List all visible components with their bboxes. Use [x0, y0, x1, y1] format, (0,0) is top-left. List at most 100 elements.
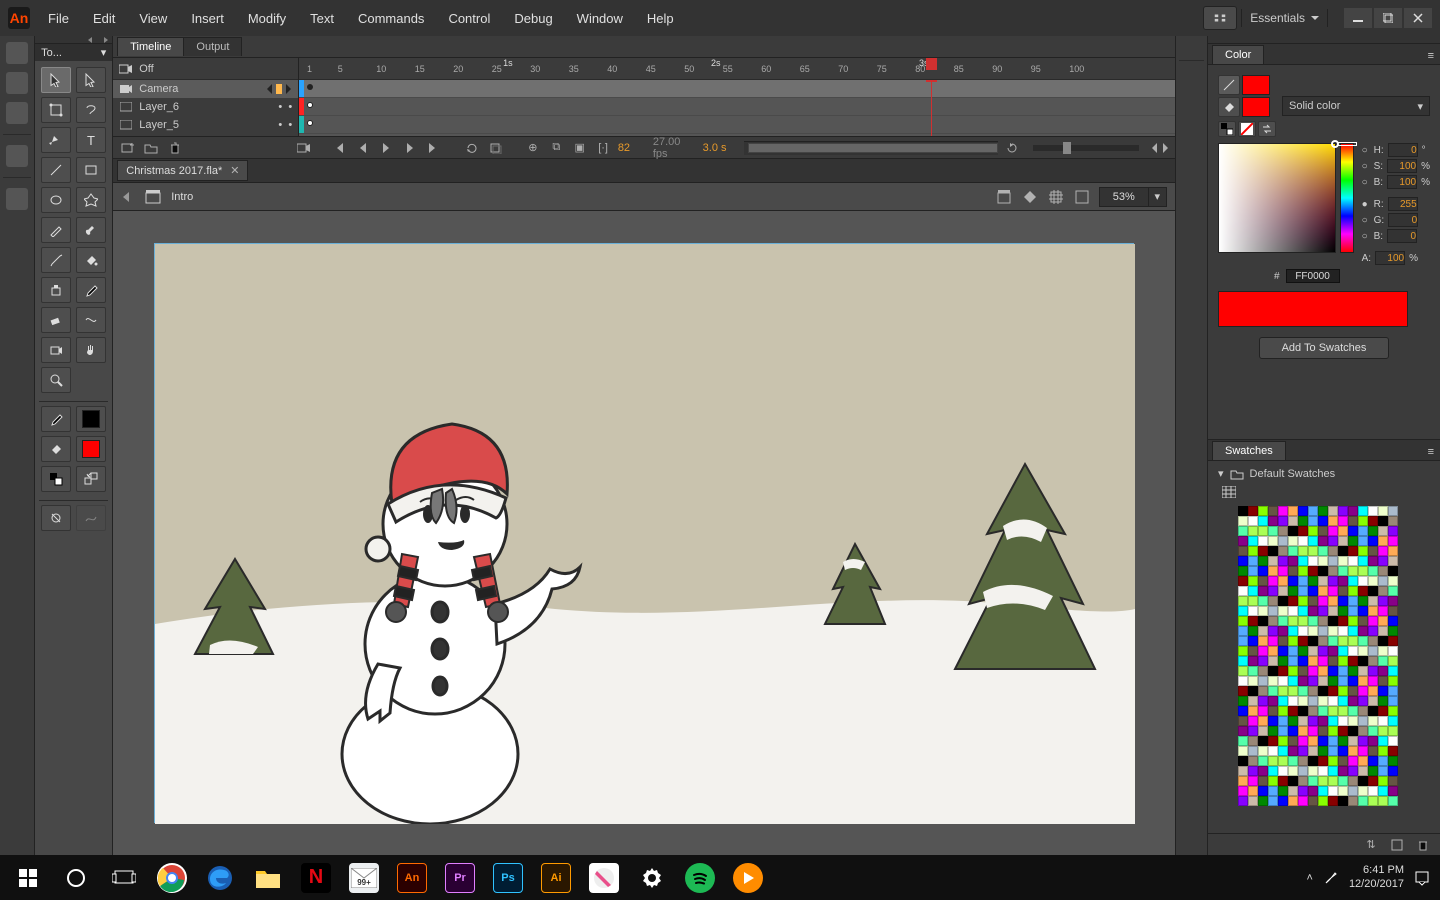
notifications-icon[interactable]	[1414, 870, 1430, 886]
rectangle-tool[interactable]	[76, 157, 106, 183]
layer-row-5[interactable]: Layer_5 • •	[113, 116, 298, 134]
fit-stage-icon[interactable]	[1073, 189, 1091, 205]
width-tool[interactable]	[76, 307, 106, 333]
timeline-scrollbar[interactable]	[744, 141, 998, 155]
panel-menu-icon[interactable]: ≡	[1422, 48, 1440, 64]
camera-toggle-icon[interactable]	[119, 62, 133, 76]
goto-last-frame[interactable]	[424, 140, 441, 156]
system-tray[interactable]: ˄ 6:41 PM 12/20/2017	[1307, 864, 1435, 890]
step-forward[interactable]	[401, 140, 418, 156]
eraser-tool[interactable]	[41, 307, 71, 333]
pen-tray-icon[interactable]	[1323, 870, 1339, 886]
chevron-right-icon[interactable]	[284, 84, 292, 94]
paint-bucket-tool[interactable]	[76, 247, 106, 273]
maximize-button[interactable]	[1374, 8, 1402, 28]
track-camera[interactable]	[299, 80, 1175, 98]
polystar-tool[interactable]	[76, 187, 106, 213]
stage-canvas[interactable]	[154, 243, 1134, 823]
rail-align-icon[interactable]	[6, 42, 28, 64]
close-button[interactable]	[1404, 8, 1432, 28]
menu-file[interactable]: File	[38, 7, 79, 30]
swatches-panel-tab[interactable]: Swatches	[1212, 441, 1286, 460]
new-layer-button[interactable]	[119, 140, 136, 156]
snap-to-object[interactable]	[41, 505, 71, 531]
menu-debug[interactable]: Debug	[504, 7, 562, 30]
toolbox-menu-icon[interactable]: ▾	[101, 46, 107, 59]
selection-tool[interactable]	[41, 67, 71, 93]
hex-input[interactable]	[1286, 269, 1340, 283]
swap-colors[interactable]	[76, 466, 106, 492]
menu-insert[interactable]: Insert	[181, 7, 234, 30]
lasso-tool[interactable]	[76, 97, 106, 123]
hand-tool[interactable]	[76, 337, 106, 363]
color-picker-area[interactable]	[1218, 143, 1336, 253]
h-input[interactable]	[1388, 143, 1418, 157]
g-input[interactable]	[1388, 213, 1418, 227]
play-button[interactable]	[378, 140, 395, 156]
swatches-grid[interactable]	[1238, 506, 1430, 823]
a-input[interactable]	[1375, 251, 1405, 265]
swatches-collapse-icon[interactable]: ▾	[1218, 467, 1224, 480]
brush-tool[interactable]	[76, 217, 106, 243]
spotify-icon[interactable]	[678, 858, 722, 898]
netflix-icon[interactable]: N	[294, 858, 338, 898]
bone-tool[interactable]	[41, 247, 71, 273]
animate-taskbar-icon[interactable]: An	[390, 858, 434, 898]
illustrator-icon[interactable]: Ai	[534, 858, 578, 898]
task-view-button[interactable]	[102, 858, 146, 898]
free-transform-tool[interactable]	[41, 97, 71, 123]
track-layer5[interactable]	[299, 116, 1175, 134]
r-input[interactable]	[1388, 197, 1418, 211]
bw-default-icon[interactable]	[1218, 121, 1236, 137]
menu-help[interactable]: Help	[637, 7, 684, 30]
line-tool[interactable]	[41, 157, 71, 183]
swatches-grid-icon[interactable]	[1222, 486, 1440, 498]
timeline-tracks[interactable]	[299, 80, 1175, 136]
chevron-left-icon[interactable]	[266, 84, 274, 94]
menu-view[interactable]: View	[129, 7, 177, 30]
new-folder-button[interactable]	[143, 140, 160, 156]
add-to-swatches-button[interactable]: Add To Swatches	[1259, 337, 1389, 359]
sync-settings-button[interactable]	[1203, 6, 1237, 30]
clip-stage-icon[interactable]	[1047, 189, 1065, 205]
pencil-tool[interactable]	[41, 217, 71, 243]
stage-area[interactable]	[113, 211, 1175, 855]
subselection-tool[interactable]	[76, 67, 106, 93]
layer-row-6[interactable]: Layer_6 • •	[113, 98, 298, 116]
menu-window[interactable]: Window	[567, 7, 633, 30]
tab-output[interactable]: Output	[183, 37, 242, 56]
timeline-zoom-slider[interactable]	[1033, 145, 1139, 151]
minimize-button[interactable]	[1344, 8, 1372, 28]
mail-icon[interactable]: 99+	[342, 858, 386, 898]
close-tab-icon[interactable]: ✕	[230, 164, 239, 177]
cortana-button[interactable]	[54, 858, 98, 898]
zoom-dropdown-icon[interactable]: ▾	[1148, 188, 1166, 206]
camera-footer-icon[interactable]	[296, 140, 313, 156]
document-tab[interactable]: Christmas 2017.fla* ✕	[117, 160, 248, 181]
current-stroke-swatch[interactable]	[1242, 75, 1270, 95]
default-colors[interactable]	[41, 466, 71, 492]
rail-info-icon[interactable]	[6, 72, 28, 94]
menu-edit[interactable]: Edit	[83, 7, 125, 30]
premiere-icon[interactable]: Pr	[438, 858, 482, 898]
step-back[interactable]	[354, 140, 371, 156]
onion-outlines[interactable]: ▣	[571, 140, 588, 156]
scene-icon[interactable]	[145, 190, 161, 204]
marker-button[interactable]: [·]	[594, 140, 611, 156]
eyedropper-tool[interactable]	[76, 277, 106, 303]
color-panel-tab[interactable]: Color	[1212, 45, 1264, 64]
menu-modify[interactable]: Modify	[238, 7, 296, 30]
media-player-icon[interactable]	[726, 858, 770, 898]
swatches-menu-icon[interactable]: ≡	[1422, 444, 1440, 460]
layer-row-camera[interactable]: Camera	[113, 80, 298, 98]
b-input[interactable]	[1387, 175, 1417, 189]
zoom-input[interactable]: ▾	[1099, 187, 1167, 207]
s-input[interactable]	[1387, 159, 1417, 173]
fps-value[interactable]: 27.00 fps	[653, 136, 697, 160]
zoom-value[interactable]	[1100, 191, 1148, 203]
ink-bottle-tool[interactable]	[41, 277, 71, 303]
workspace-switcher[interactable]: Essentials	[1241, 9, 1328, 27]
goto-first-frame[interactable]	[331, 140, 348, 156]
stroke-color-eyedropper[interactable]	[41, 406, 71, 432]
fill-mode-icon[interactable]	[1218, 97, 1240, 117]
